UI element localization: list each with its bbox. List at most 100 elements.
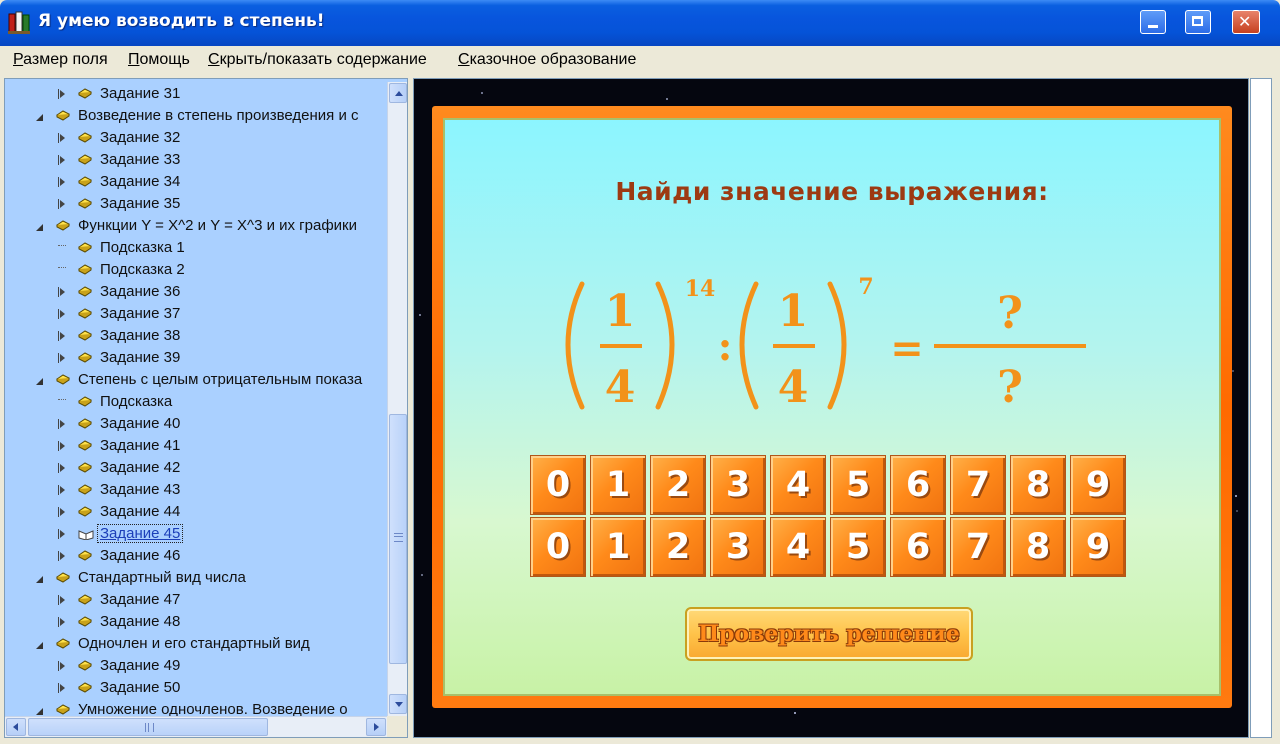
expand-icon[interactable] [58, 287, 67, 297]
expand-icon[interactable] [58, 353, 67, 363]
digit-button[interactable]: 4 [770, 517, 826, 577]
digit-button[interactable]: 6 [890, 455, 946, 515]
digit-button[interactable]: 7 [950, 455, 1006, 515]
check-solution-button[interactable]: Проверить решение [685, 607, 973, 661]
star-decoration [421, 574, 423, 576]
task-title: Найди значение выражения: [615, 177, 1049, 206]
menu-help[interactable]: Помощь [128, 51, 190, 69]
book-icon [78, 660, 92, 671]
expand-icon[interactable] [58, 89, 67, 99]
scroll-down-button[interactable] [389, 694, 407, 714]
digit-label: 9 [1085, 465, 1111, 505]
expand-icon[interactable] [58, 441, 67, 451]
expand-icon[interactable] [58, 661, 67, 671]
open-book-icon [78, 528, 94, 540]
tree-item-label: Задание 41 [100, 437, 181, 454]
digit-label: 7 [965, 527, 991, 567]
digit-button[interactable]: 1 [590, 455, 646, 515]
digit-label: 0 [545, 527, 571, 567]
digit-button[interactable]: 3 [710, 455, 766, 515]
collapse-icon[interactable] [36, 573, 44, 583]
digit-button[interactable]: 1 [590, 517, 646, 577]
expand-icon[interactable] [58, 551, 67, 561]
menu-toggle-contents[interactable]: Скрыть/показать содержание [208, 51, 427, 69]
hscroll-thumb[interactable] [28, 718, 268, 736]
left-paren-2 [739, 281, 759, 410]
expand-icon[interactable] [58, 463, 67, 473]
expand-icon[interactable] [58, 507, 67, 517]
expand-icon[interactable] [58, 331, 67, 341]
collapse-icon[interactable] [36, 375, 44, 385]
book-icon [78, 440, 92, 451]
expand-icon[interactable] [58, 177, 67, 187]
fraction-bar-1 [600, 344, 642, 348]
expand-icon[interactable] [58, 309, 67, 319]
expand-icon[interactable] [58, 155, 67, 165]
expand-icon[interactable] [58, 419, 67, 429]
digit-button[interactable]: 2 [650, 455, 706, 515]
tree-item-label: Задание 43 [100, 481, 181, 498]
close-button[interactable]: ✕ [1232, 10, 1260, 34]
maximize-button[interactable] [1185, 10, 1211, 34]
divide-sign: : [718, 323, 733, 370]
expand-icon[interactable] [58, 199, 67, 209]
tree-horizontal-scrollbar[interactable] [5, 716, 387, 737]
equals-sign: = [890, 325, 924, 372]
digit-label: 4 [785, 527, 811, 567]
expand-icon[interactable] [58, 133, 67, 143]
digit-button[interactable]: 5 [830, 517, 886, 577]
scroll-left-button[interactable] [6, 718, 26, 736]
digit-label: 5 [845, 527, 871, 567]
expand-icon[interactable] [58, 683, 67, 693]
digit-button[interactable]: 3 [710, 517, 766, 577]
star-decoration [1236, 510, 1238, 512]
book-icon [78, 594, 92, 605]
digit-label: 1 [605, 465, 631, 505]
collapse-icon[interactable] [36, 111, 44, 121]
menu-fairy-education[interactable]: Сказочное образование [458, 51, 636, 69]
tree-item-label: Задание 45 [97, 524, 184, 543]
digit-button[interactable]: 4 [770, 455, 826, 515]
expand-icon[interactable] [58, 617, 67, 627]
digit-button[interactable]: 0 [530, 517, 586, 577]
digit-label: 1 [605, 527, 631, 567]
minimize-button[interactable] [1140, 10, 1166, 34]
book-icon [78, 352, 92, 363]
tree-item-label: Задание 50 [100, 679, 181, 696]
menu-field-size[interactable]: Размер поля [13, 51, 108, 69]
scroll-right-button[interactable] [366, 718, 386, 736]
digit-label: 6 [905, 527, 931, 567]
expand-icon[interactable] [58, 595, 67, 605]
contents-tree[interactable]: Задание 31 Возведение в степень произведе… [4, 78, 408, 738]
digit-button[interactable]: 0 [530, 455, 586, 515]
tree-item-label: Задание 37 [100, 305, 181, 322]
book-icon [56, 374, 70, 385]
tree-item-label: Задание 35 [100, 195, 181, 212]
window-title: Я умею возводить в степень! [38, 11, 325, 31]
collapse-icon[interactable] [36, 705, 44, 715]
expand-icon[interactable] [58, 529, 67, 539]
digit-button[interactable]: 6 [890, 517, 946, 577]
digit-button[interactable]: 8 [1010, 455, 1066, 515]
title-bar[interactable]: Я умею возводить в степень! ✕ [0, 0, 1280, 46]
tree-item-label: Задание 38 [100, 327, 181, 344]
collapse-icon[interactable] [36, 221, 44, 231]
scroll-thumb[interactable] [389, 414, 407, 664]
collapse-icon[interactable] [36, 639, 44, 649]
digit-button[interactable]: 7 [950, 517, 1006, 577]
tree-item-label: Задание 33 [100, 151, 181, 168]
digit-button[interactable]: 9 [1070, 517, 1126, 577]
tree-item-label: Задание 39 [100, 349, 181, 366]
digit-button[interactable]: 9 [1070, 455, 1126, 515]
expression: 1 4 14 : 1 4 7 = ? ? [565, 274, 1086, 413]
digit-label: 9 [1085, 527, 1111, 567]
tree-item-label: Задание 31 [100, 85, 181, 102]
digit-button[interactable]: 2 [650, 517, 706, 577]
expand-icon[interactable] [58, 485, 67, 495]
scroll-up-button[interactable] [389, 83, 407, 103]
book-icon [78, 396, 92, 407]
digit-label: 5 [845, 465, 871, 505]
tree-vertical-scrollbar[interactable] [387, 82, 407, 716]
digit-button[interactable]: 8 [1010, 517, 1066, 577]
digit-button[interactable]: 5 [830, 455, 886, 515]
